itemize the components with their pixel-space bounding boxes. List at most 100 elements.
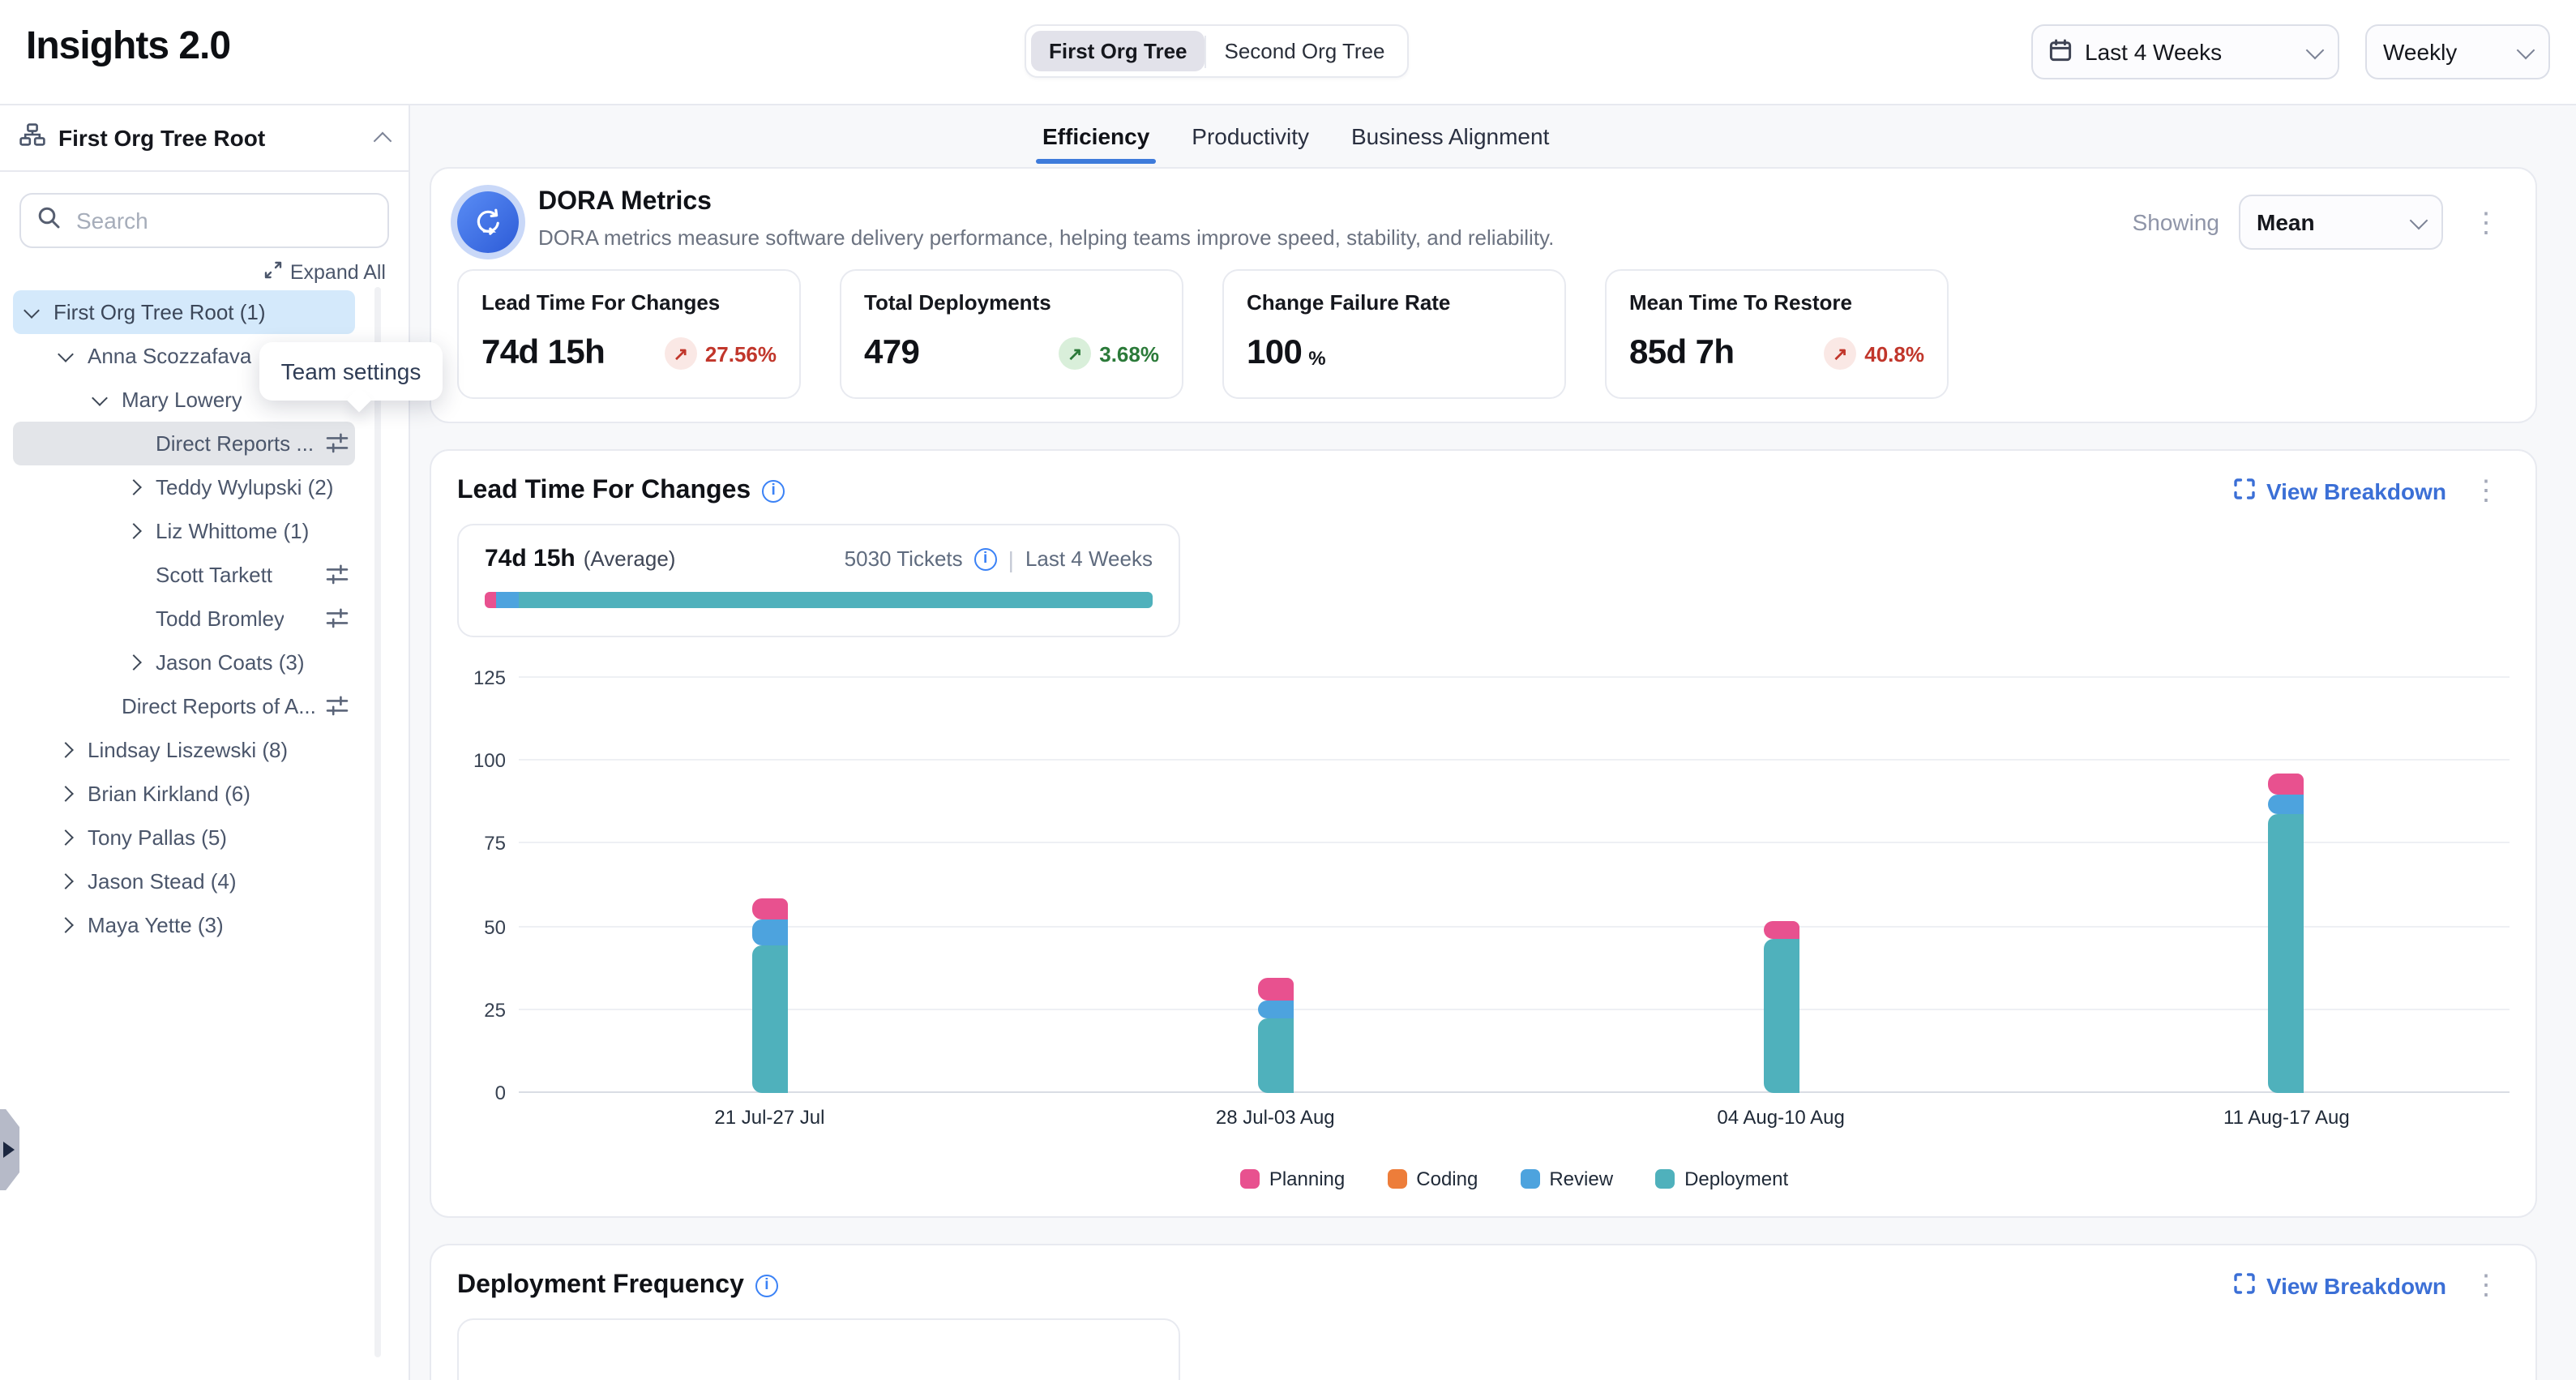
tree-item[interactable]: Tony Pallas (5) [13,816,355,859]
progress-segment-planning [485,592,497,608]
stat-card: Lead Time For Changes74d 15h↗27.56% [457,269,801,399]
aggregation-select[interactable]: Mean [2239,195,2443,250]
tree-item-label: Jason Coats (3) [156,650,305,675]
legend-item-planning: Planning [1240,1168,1345,1190]
app-window: Insights 2.0 First Org TreeSecond Org Tr… [0,0,2576,1380]
bar-segment-review [2269,795,2304,814]
app-title: Insights 2.0 [26,24,230,70]
chevron-right-icon[interactable] [50,832,79,843]
period-label: Last 4 Weeks [1025,546,1153,571]
chevron-right-icon[interactable] [118,657,148,668]
chevron-right-icon[interactable] [118,482,148,493]
chevron-right-icon[interactable] [50,788,79,799]
org-tree-sidebar: First Org Tree Root Expand All First Org… [0,105,410,1380]
chevron-down-icon[interactable] [50,352,79,360]
tree-item-label: Lindsay Liszewski (8) [88,738,288,762]
chevron-down-icon[interactable] [84,396,113,404]
view-breakdown-label: View Breakdown [2266,1272,2446,1298]
y-tick-label: 25 [484,999,506,1022]
tab-efficiency[interactable]: Efficiency [1042,123,1149,164]
tree-item[interactable]: Jason Stead (4) [13,859,355,903]
bar-segment-review [751,919,787,946]
legend-label: Review [1549,1168,1613,1190]
deployment-frequency-title: Deployment Frequency [457,1271,744,1300]
info-icon[interactable]: i [762,479,785,502]
date-range-select[interactable]: Last 4 Weeks [2031,24,2339,79]
expand-all-button[interactable]: Expand All [23,261,386,284]
chevron-down-icon [2517,41,2535,59]
tree-item[interactable]: Direct Reports ... [13,422,355,465]
stat-card-value: 479 [864,334,919,373]
bar-segment-deployment [751,946,787,1093]
tab-productivity[interactable]: Productivity [1192,123,1309,164]
collapse-sidebar-chevron-icon[interactable] [374,131,392,150]
x-tick-label: 11 Aug-17 Aug [2223,1106,2350,1129]
tree-item[interactable]: Direct Reports of A... [13,684,355,728]
tooltip-text: Team settings [281,358,421,384]
lead-time-view-breakdown-link[interactable]: View Breakdown [2234,478,2446,504]
delta-value: 27.56% [705,341,777,366]
chevron-right-icon[interactable] [50,876,79,887]
tree-item[interactable]: Todd Bromley [13,597,355,641]
tree-item[interactable]: First Org Tree Root (1) [13,290,355,334]
org-toggle-option[interactable]: Second Org Tree [1207,31,1403,71]
deployment-frequency-average-card [457,1318,1180,1380]
team-settings-icon[interactable] [326,433,349,459]
sidebar-search [19,193,389,248]
tree-item[interactable]: Lindsay Liszewski (8) [13,728,355,772]
stat-card-title: Total Deployments [864,290,1159,315]
progress-segment-review [497,592,520,608]
team-settings-icon[interactable] [326,608,349,634]
expand-corners-icon [2234,1272,2255,1298]
top-controls: Last 4 Weeks Weekly [2031,24,2550,79]
tree-item[interactable]: Maya Yette (3) [13,903,355,947]
tree-item-label: Scott Tarkett [156,563,272,587]
tree-item-label: Anna Scozzafava [88,344,251,368]
tab-business-alignment[interactable]: Business Alignment [1351,123,1549,164]
chevron-right-icon[interactable] [50,744,79,756]
stacked-bar [1763,920,1799,1093]
info-icon[interactable]: i [755,1274,778,1296]
tree-item[interactable]: Jason Coats (3) [13,641,355,684]
bar-segment-planning [2269,774,2304,795]
dora-kebab-menu[interactable]: ⋮ [2463,205,2510,239]
team-settings-icon[interactable] [326,564,349,590]
tree-item[interactable]: Scott Tarkett [13,553,355,597]
tree-item-label: Mary Lowery [122,388,242,412]
trend-up-arrow-icon: ↗ [1824,337,1856,370]
main-tabs: Efficiency Productivity Business Alignment [410,105,2576,164]
y-tick-label: 100 [473,749,506,772]
deployment-frequency-kebab-menu[interactable]: ⋮ [2463,1268,2510,1302]
chevron-right-icon[interactable] [50,919,79,931]
tree-item-label: Brian Kirkland (6) [88,782,250,806]
sidebar-scrollbar[interactable] [374,287,381,1357]
bar-segment-deployment [1257,1018,1293,1093]
stat-card: Change Failure Rate 100% [1222,269,1566,399]
info-icon[interactable]: i [974,547,997,570]
dora-title: DORA Metrics [538,188,1554,217]
y-tick-label: 75 [484,833,506,855]
deployment-frequency-view-breakdown-link[interactable]: View Breakdown [2234,1272,2446,1298]
tree-item[interactable]: Teddy Wylupski (2) [13,465,355,509]
stat-card-value: 100 [1247,334,1302,373]
dora-description: DORA metrics measure software delivery p… [538,225,1554,250]
granularity-select[interactable]: Weekly [2365,24,2550,79]
average-suffix: (Average) [584,546,676,571]
stat-card-unit: % [1308,347,1325,370]
gridline [519,1091,2510,1093]
team-settings-icon[interactable] [326,696,349,722]
expand-corners-icon [2234,478,2255,504]
stat-card-title: Change Failure Rate [1247,290,1542,315]
bar-segment-deployment [2269,813,2304,1093]
chevron-right-icon[interactable] [118,525,148,537]
legend-item-deployment: Deployment [1655,1168,1788,1190]
search-input[interactable] [73,206,371,235]
date-range-value: Last 4 Weeks [2085,39,2296,65]
deployment-frequency-panel: Deployment Frequency i View Breakdown ⋮ [430,1244,2537,1380]
chevron-down-icon[interactable] [16,308,45,316]
org-toggle-option[interactable]: First Org Tree [1031,31,1205,71]
tree-item[interactable]: Liz Whittome (1) [13,509,355,553]
tree-item-label: Tony Pallas (5) [88,825,227,850]
lead-time-kebab-menu[interactable]: ⋮ [2463,474,2510,508]
tree-item[interactable]: Brian Kirkland (6) [13,772,355,816]
